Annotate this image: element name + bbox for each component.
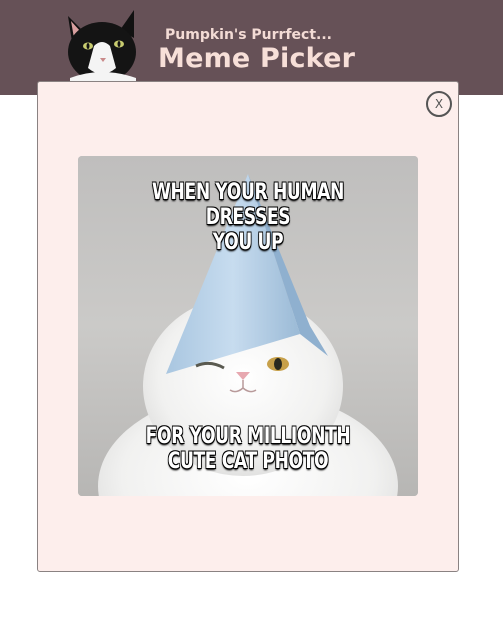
close-button[interactable]: X [426, 91, 452, 117]
meme-top-line-1: WHEN YOUR HUMAN DRESSES [151, 180, 345, 230]
meme-image: WHEN YOUR HUMAN DRESSES YOU UP FOR YOUR … [78, 156, 418, 496]
meme-modal: X WHEN YOUR HUMAN DRESSES YOU UP FOR YOU… [37, 81, 459, 572]
meme-top-line-2: YOU UP [212, 230, 284, 255]
meme-top-text: WHEN YOUR HUMAN DRESSES YOU UP [115, 180, 380, 255]
meme-bottom-text: FOR YOUR MILLIONTH CUTE CAT PHOTO [115, 424, 380, 474]
app-title: Meme Picker [158, 43, 356, 74]
meme-bottom-line-1: FOR YOUR MILLIONTH [145, 424, 351, 449]
meme-bottom-line-2: CUTE CAT PHOTO [167, 449, 329, 474]
tuxedo-cat-icon [68, 10, 136, 84]
app-subtitle: Pumpkin's Purrfect... [165, 27, 332, 43]
